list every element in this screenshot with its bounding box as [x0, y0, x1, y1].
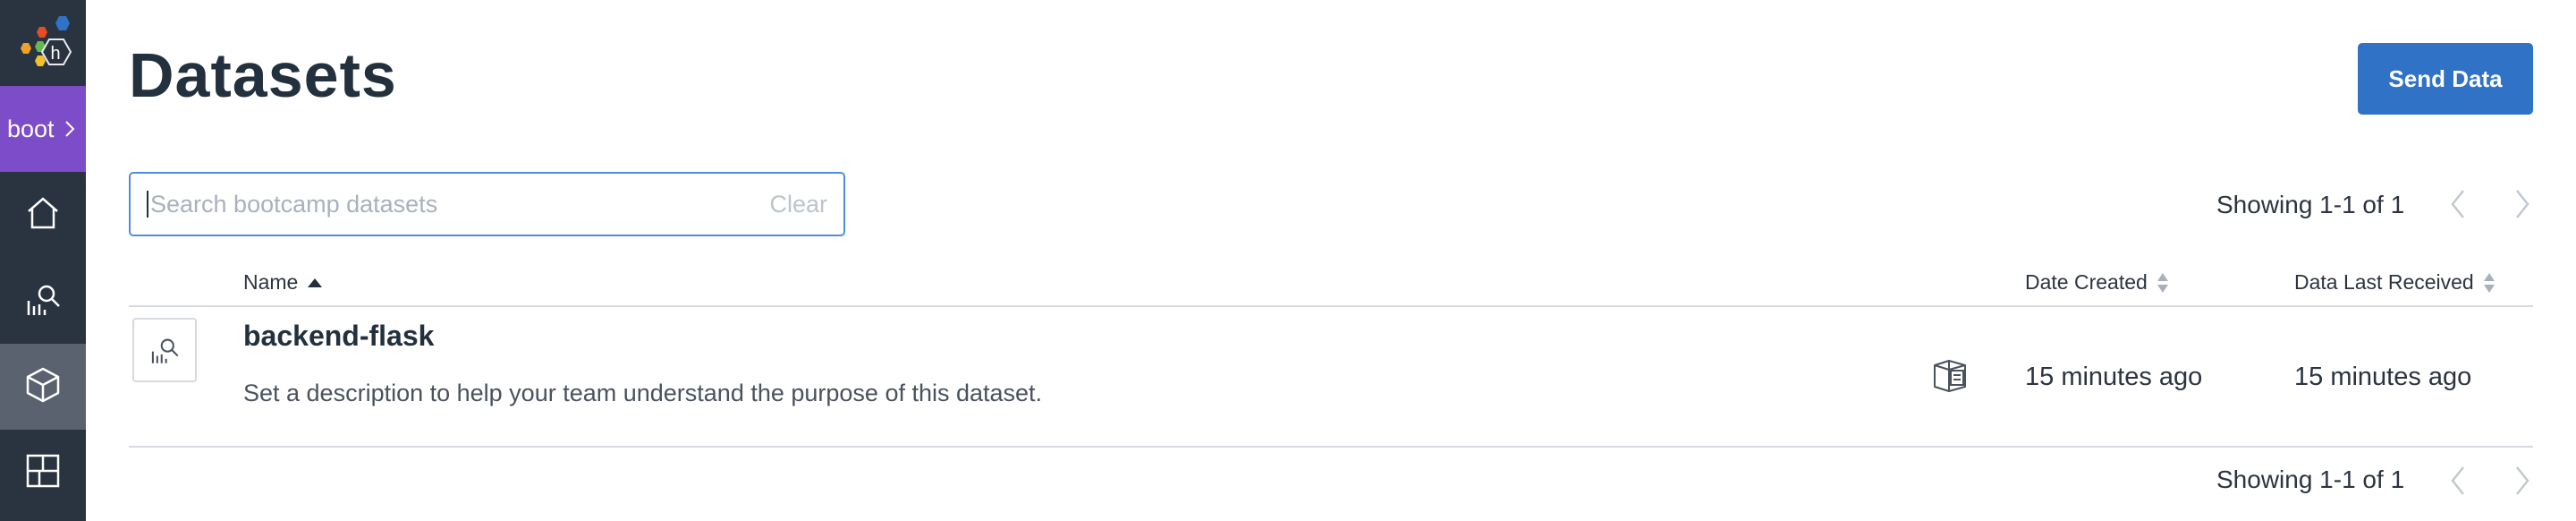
chevron-right-icon — [64, 119, 76, 139]
home-icon — [23, 193, 63, 237]
dataset-schema-icon[interactable] — [1930, 356, 1970, 396]
dataset-query-icon[interactable] — [132, 318, 197, 382]
nav-item-boards[interactable] — [0, 430, 86, 516]
environment-switcher[interactable]: boot — [0, 86, 86, 172]
next-page-icon[interactable] — [2504, 186, 2540, 222]
pagination-summary-top: Showing 1-1 of 1 — [2216, 191, 2405, 218]
boards-icon — [23, 451, 63, 495]
next-page-icon[interactable] — [2504, 463, 2540, 499]
nav-item-home[interactable] — [0, 172, 86, 258]
clear-button[interactable]: Clear — [769, 191, 827, 218]
prev-page-icon[interactable] — [2440, 463, 2476, 499]
environment-label: boot — [7, 115, 55, 142]
search-input[interactable] — [150, 190, 770, 218]
search-box[interactable]: Clear — [129, 172, 845, 236]
nav-rail: h boot — [0, 0, 86, 521]
nav-item-query[interactable] — [0, 258, 86, 344]
sort-icon — [2483, 272, 2496, 294]
sort-ascending-icon — [307, 278, 323, 288]
column-header-name[interactable]: Name — [243, 270, 323, 295]
column-header-date-created[interactable]: Date Created — [2025, 270, 2169, 295]
page-title: Datasets — [129, 40, 397, 110]
date-created-value: 15 minutes ago — [2025, 363, 2203, 391]
data-last-received-value: 15 minutes ago — [2294, 363, 2472, 391]
text-caret — [147, 191, 148, 218]
query-icon — [23, 279, 63, 323]
dataset-description[interactable]: Set a description to help your team unde… — [243, 380, 1042, 407]
cube-icon — [23, 365, 63, 409]
prev-page-icon[interactable] — [2440, 186, 2476, 222]
table-row-divider — [129, 446, 2533, 448]
svg-text:h: h — [50, 44, 60, 64]
pagination-summary-bottom: Showing 1-1 of 1 — [2216, 465, 2405, 493]
nav-item-datasets[interactable] — [0, 344, 86, 430]
sort-icon — [2157, 272, 2169, 294]
column-header-data-last-received[interactable]: Data Last Received — [2294, 270, 2496, 295]
honeycomb-logo-icon[interactable]: h — [0, 0, 86, 86]
send-data-button[interactable]: Send Data — [2358, 43, 2533, 115]
table-header-divider — [129, 305, 2533, 307]
dataset-name-link[interactable]: backend-flask — [243, 320, 434, 353]
